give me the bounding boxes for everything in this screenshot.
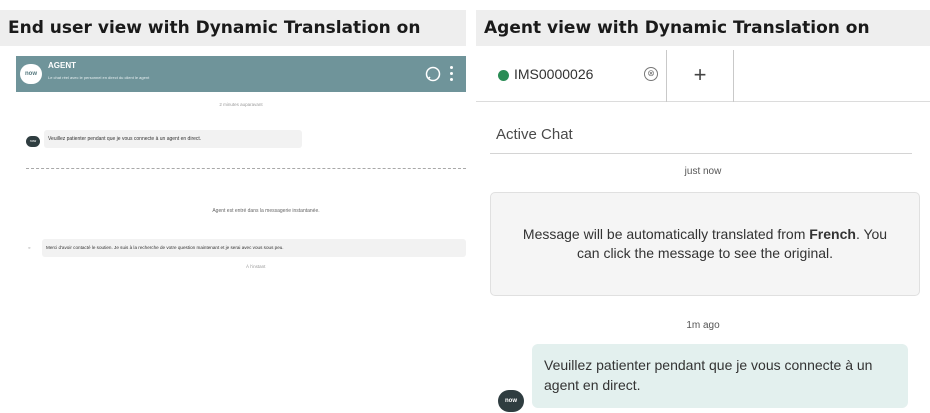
more-options-icon[interactable] [449,66,455,82]
online-status-icon [498,70,509,81]
close-tab-icon[interactable]: ⊗ [644,67,658,81]
active-chat-heading: Active Chat [496,126,573,143]
translation-notice: Message will be automatically translated… [490,192,920,296]
tab-label: IMS0000026 [514,66,594,82]
now-logo: now [20,64,42,84]
tab-bar: IMS0000026 ⊗ + [476,50,930,102]
add-tab-button[interactable]: + [667,50,733,102]
message-bubble: Veuillez patienter pendant que je vous c… [44,130,302,148]
chat-bubble-icon[interactable] [425,66,441,82]
end-user-view-title: End user view with Dynamic Translation o… [0,10,466,46]
timestamp: just now [684,166,722,177]
divider [26,168,466,169]
divider [490,153,912,154]
timestamp: 1m ago [686,320,720,331]
notice-text-pre: Message will be automatically translated… [522,226,810,242]
timestamp-top: 2 minutes auparavant [219,102,263,107]
timestamp-bottom: À l'instant [246,264,266,269]
notice-language: French [809,226,856,242]
agent-avatar: now [498,390,524,412]
status-message: Agent est entré dans la messagerie insta… [212,208,320,214]
tab-ims0000026[interactable]: IMS0000026 ⊗ [484,50,668,102]
translated-message-bubble[interactable]: Veuillez patienter pendant que je vous c… [532,344,908,408]
message-bubble: Merci d'avoir contacté le soutien. Je su… [42,239,466,257]
agent-chat-panel: IMS0000026 ⊗ + Active Chat just now Mess… [476,50,930,413]
comparison-screenshot: End user view with Dynamic Translation o… [0,0,930,413]
agent-avatar: now [26,136,40,147]
agent-view-title: Agent view with Dynamic Translation on [476,10,930,46]
tab-separator [733,50,734,102]
widget-subtitle: Le chat réel avec le personnel en direct… [48,75,150,80]
message-marker-icon: ◦ [28,245,31,252]
translation-notice-text: Message will be automatically translated… [521,225,889,263]
end-user-chat-panel: now AGENT Le chat réel avec le personnel… [16,50,466,410]
chat-widget-header: now AGENT Le chat réel avec le personnel… [16,56,466,92]
widget-title: AGENT [48,61,76,70]
